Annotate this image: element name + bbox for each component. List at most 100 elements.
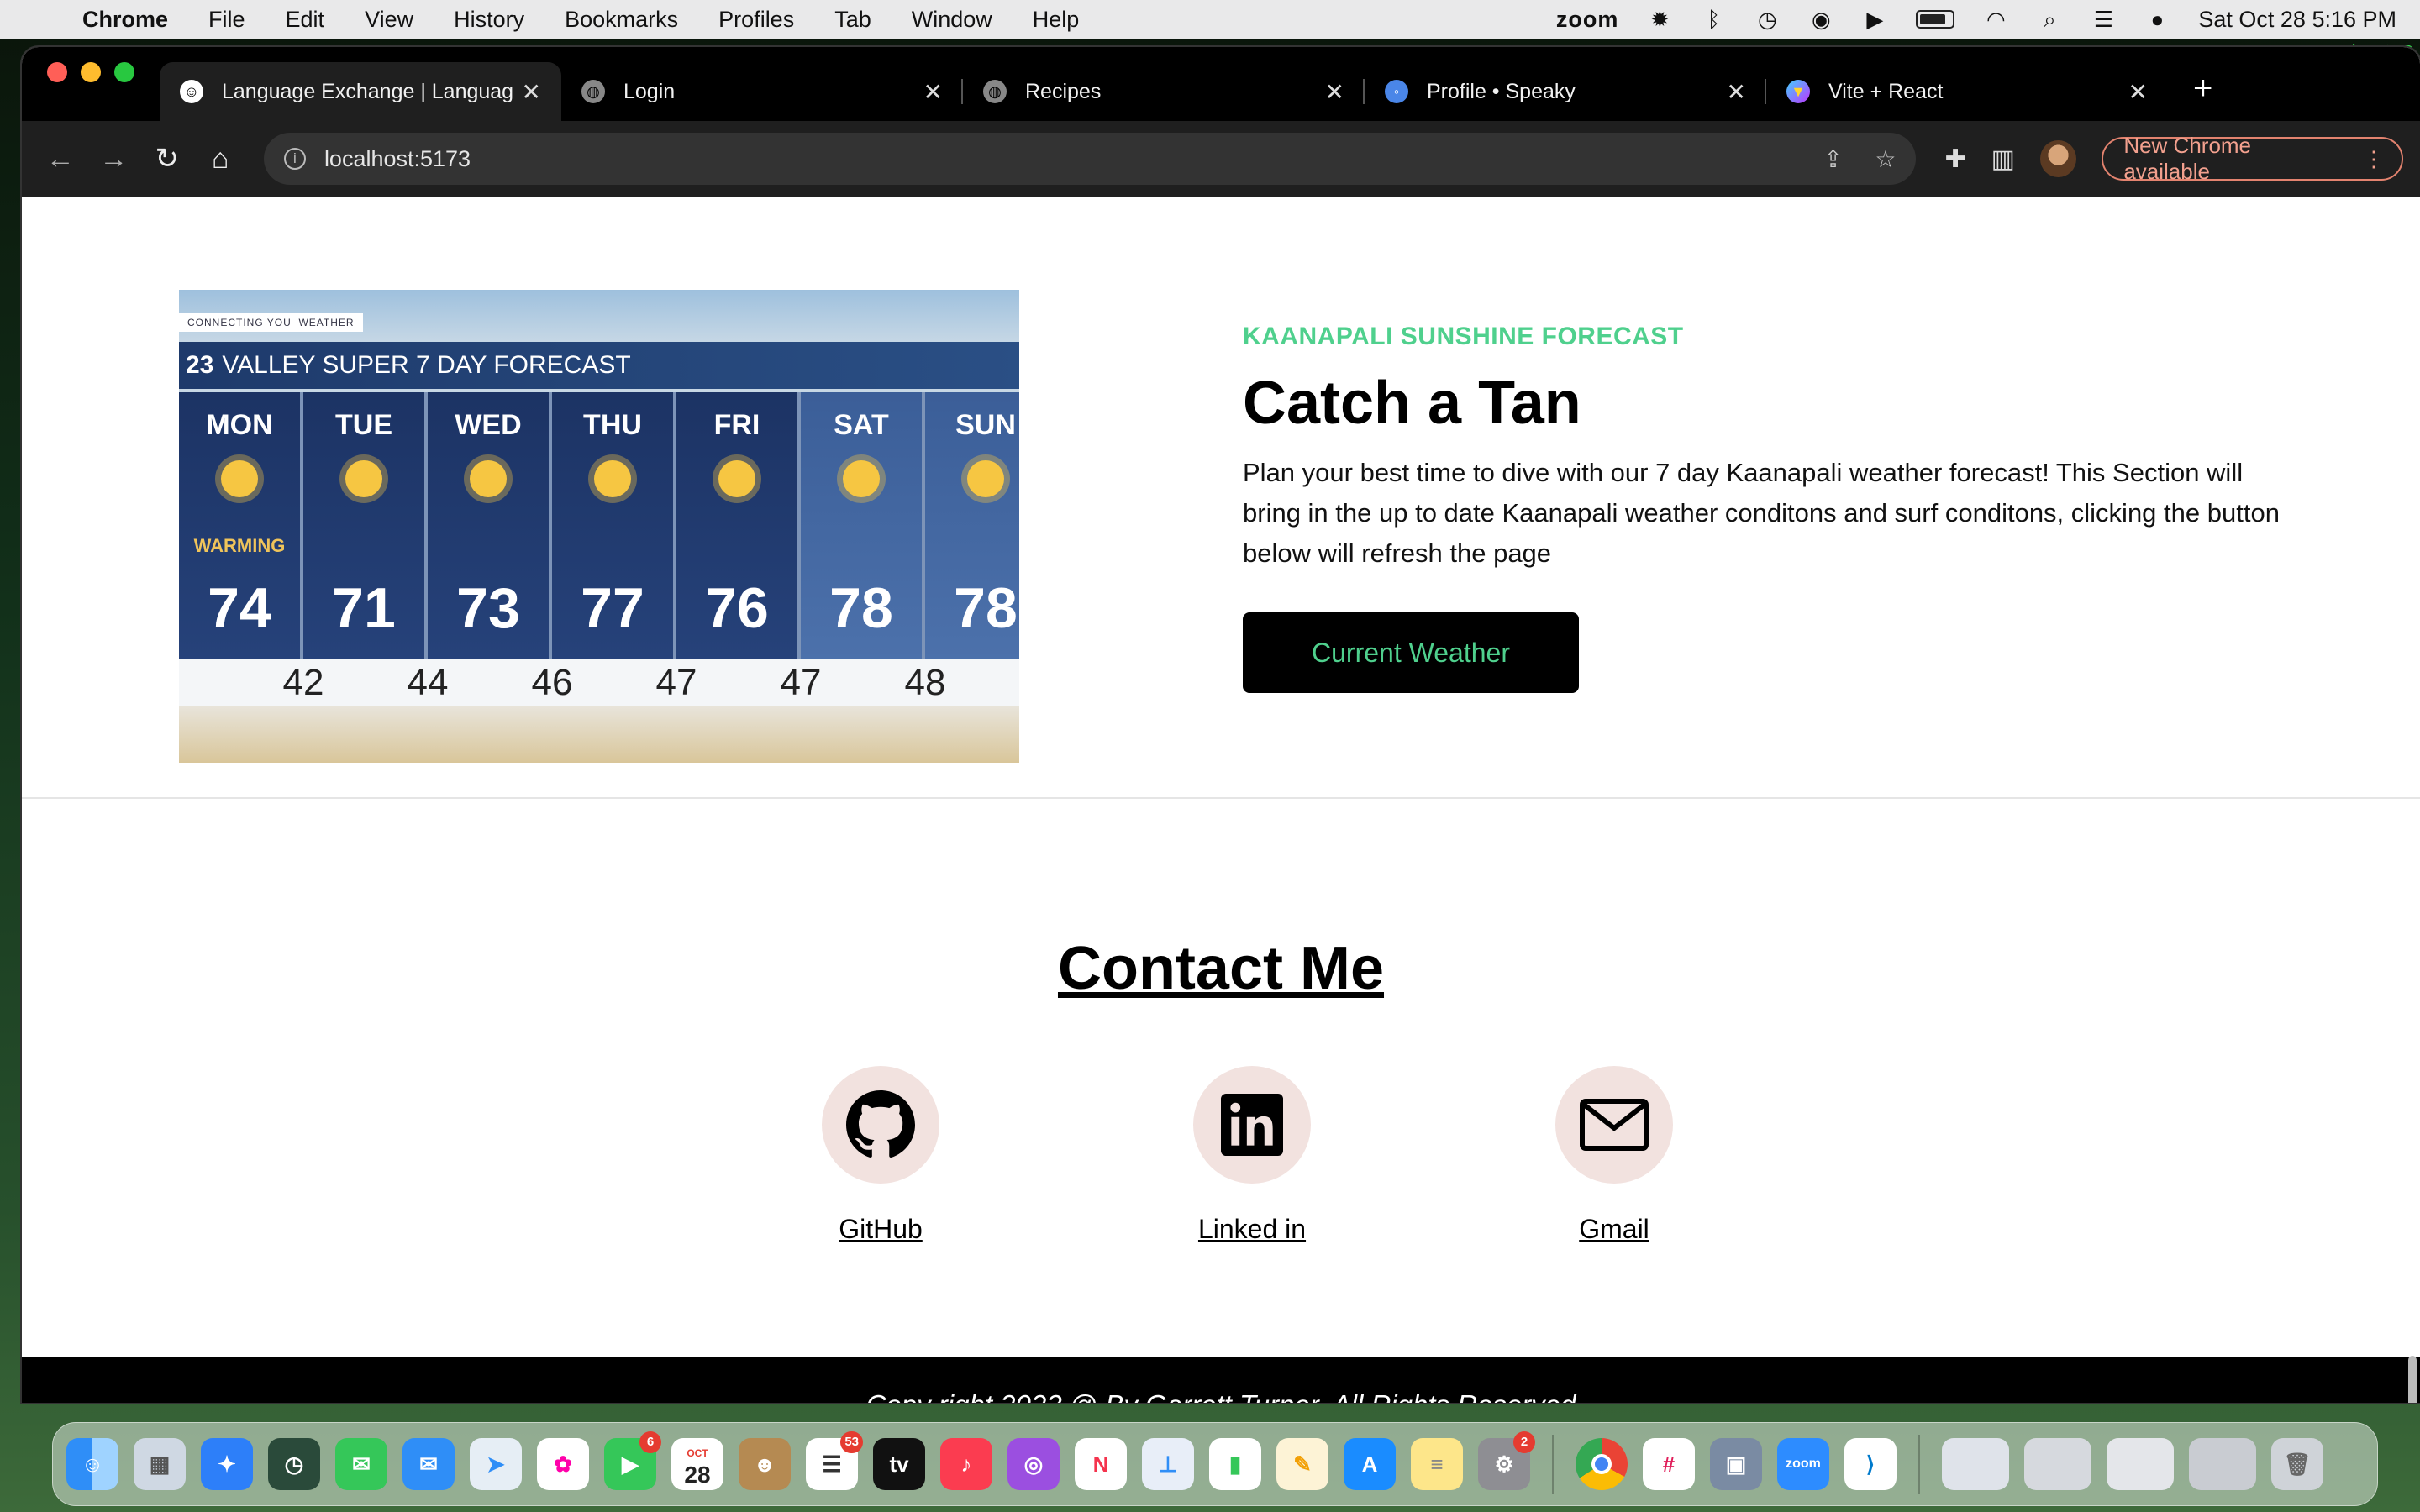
bluetooth-icon[interactable]: ᛒ <box>1701 8 1726 30</box>
vscode-icon[interactable]: ⟩ <box>1844 1438 1897 1490</box>
preview-icon[interactable]: ▣ <box>1710 1438 1762 1490</box>
recent-window-thumbnail[interactable] <box>2107 1438 2174 1490</box>
menu-help[interactable]: Help <box>1033 7 1080 33</box>
url-text[interactable]: localhost:5173 <box>324 146 1791 172</box>
current-weather-button[interactable]: Current Weather <box>1243 612 1579 693</box>
zoom-app-icon[interactable]: zoom <box>1777 1438 1829 1490</box>
menu-window[interactable]: Window <box>912 7 992 33</box>
trash-icon[interactable]: 🗑 <box>2271 1438 2323 1490</box>
close-tab-icon[interactable]: ✕ <box>1325 78 1344 106</box>
close-tab-icon[interactable]: ✕ <box>2128 78 2148 106</box>
reminders-icon[interactable]: ☰ 53 <box>806 1431 863 1490</box>
contacts-icon[interactable]: ☻ <box>739 1438 791 1490</box>
tab-language-exchange[interactable]: ☺ Language Exchange | Languag ✕ <box>160 62 561 121</box>
pages-icon[interactable]: ✎ <box>1276 1438 1328 1490</box>
safari-icon[interactable]: ✦ <box>201 1438 253 1490</box>
mail-app-icon[interactable]: ✉ <box>402 1438 455 1490</box>
menu-profiles[interactable]: Profiles <box>718 7 794 33</box>
tab-recipes[interactable]: ◍ Recipes ✕ <box>963 62 1365 121</box>
tab-login[interactable]: ◍ Login ✕ <box>561 62 963 121</box>
new-chrome-available-button[interactable]: New Chrome available ⋮ <box>2102 133 2404 184</box>
chrome-icon[interactable] <box>1576 1438 1628 1490</box>
music-icon[interactable]: ♪ <box>940 1438 992 1490</box>
new-tab-icon[interactable]: + <box>2193 70 2212 108</box>
photos-icon[interactable]: ✿ <box>537 1438 589 1490</box>
podcasts-icon[interactable]: ◎ <box>1007 1438 1060 1490</box>
menu-bookmarks[interactable]: Bookmarks <box>565 7 678 33</box>
reload-icon[interactable]: ↻ <box>145 142 188 176</box>
news-icon[interactable]: N <box>1075 1438 1127 1490</box>
github-icon-circle[interactable] <box>822 1066 939 1184</box>
tab-profile-speaky[interactable]: ◦ Profile • Speaky ✕ <box>1365 62 1766 121</box>
back-arrow-icon[interactable]: ← <box>39 143 82 176</box>
launchpad-icon[interactable]: ▦ <box>134 1438 186 1490</box>
forecast-high: 74 <box>208 576 271 640</box>
apple-tv-icon[interactable]: tv <box>873 1438 925 1490</box>
mail-icon <box>1580 1099 1649 1151</box>
finder-icon[interactable]: ☺ <box>66 1438 118 1490</box>
linkedin-icon <box>1221 1094 1283 1156</box>
close-tab-icon[interactable]: ✕ <box>923 78 943 106</box>
profile-avatar[interactable] <box>2039 140 2077 177</box>
facetime-icon[interactable]: ▶ 6 <box>604 1431 661 1490</box>
menu-datetime[interactable]: Sat Oct 28 5:16 PM <box>2198 7 2396 33</box>
forecast-low: 44 <box>407 662 449 703</box>
minimize-window-button[interactable] <box>81 62 101 82</box>
forecast-low: 48 <box>904 662 946 703</box>
menu-history[interactable]: History <box>454 7 524 33</box>
share-icon[interactable]: ⇪ <box>1823 145 1843 173</box>
more-menu-icon[interactable]: ⋮ <box>2363 146 2385 172</box>
menu-edit[interactable]: Edit <box>286 7 325 33</box>
recent-window-thumbnail[interactable] <box>2189 1438 2256 1490</box>
github-link[interactable]: GitHub <box>780 1214 981 1245</box>
control-center-icon[interactable]: ☰ <box>2091 8 2116 30</box>
linkedin-link-block: Linked in <box>1151 1066 1353 1245</box>
siri-icon[interactable]: ● <box>2144 8 2170 30</box>
home-icon[interactable]: ⌂ <box>198 143 241 176</box>
time-machine-app-icon[interactable]: ◷ <box>268 1438 320 1490</box>
zoom-status-label[interactable]: zoom <box>1556 7 1619 33</box>
linkedin-link[interactable]: Linked in <box>1151 1214 1353 1245</box>
brightness-icon[interactable]: ✹ <box>1647 8 1672 30</box>
calendar-icon[interactable]: OCT 28 <box>671 1438 723 1490</box>
app-store-icon[interactable]: A <box>1344 1438 1396 1490</box>
maps-icon[interactable]: ➤ <box>470 1438 522 1490</box>
address-bar[interactable]: i localhost:5173 ⇪ ☆ <box>263 133 1917 185</box>
page-scrollbar[interactable] <box>2408 1356 2417 1403</box>
forward-arrow-icon[interactable]: → <box>92 143 134 176</box>
menu-tab[interactable]: Tab <box>834 7 871 33</box>
tab-vite-react[interactable]: ▼ Vite + React ✕ <box>1766 62 2168 121</box>
dock-separator <box>1552 1435 1554 1494</box>
menu-file[interactable]: File <box>208 7 245 33</box>
wifi-icon[interactable]: ◠ <box>1983 8 2008 30</box>
linkedin-icon-circle[interactable] <box>1193 1066 1311 1184</box>
play-icon[interactable]: ▶ <box>1862 8 1887 30</box>
time-machine-icon[interactable]: ◷ <box>1754 8 1780 30</box>
recent-window-thumbnail[interactable] <box>2024 1438 2091 1490</box>
gmail-link[interactable]: Gmail <box>1513 1214 1715 1245</box>
slack-icon[interactable]: # <box>1643 1438 1695 1490</box>
recent-window-thumbnail[interactable] <box>1942 1438 2009 1490</box>
close-window-button[interactable] <box>47 62 67 82</box>
webpage: CONNECTING YOU WEATHER 23 VALLEY SUPER 7… <box>22 197 2420 1403</box>
menu-app-name[interactable]: Chrome <box>82 7 168 33</box>
close-tab-icon[interactable]: ✕ <box>1727 78 1746 106</box>
messages-icon[interactable]: ✉ <box>335 1438 387 1490</box>
menu-view[interactable]: View <box>365 7 413 33</box>
notes-icon[interactable]: ≡ <box>1411 1438 1463 1490</box>
side-panel-icon[interactable]: ▥ <box>1991 144 2015 174</box>
system-settings-icon[interactable]: ⚙ 2 <box>1478 1431 1535 1490</box>
keynote-icon[interactable]: ⊥ <box>1142 1438 1194 1490</box>
bookmark-star-icon[interactable]: ☆ <box>1875 145 1896 173</box>
sun-icon <box>345 460 382 497</box>
close-tab-icon[interactable]: ✕ <box>522 78 541 106</box>
numbers-icon[interactable]: ▮ <box>1209 1438 1261 1490</box>
battery-icon[interactable] <box>1916 10 1955 29</box>
site-info-icon[interactable]: i <box>283 148 306 170</box>
zoom-window-button[interactable] <box>114 62 134 82</box>
user-icon[interactable]: ◉ <box>1808 8 1833 30</box>
mail-icon-circle[interactable] <box>1555 1066 1673 1184</box>
extensions-puzzle-icon[interactable]: ✚ <box>1944 144 1965 174</box>
forecast-low: 46 <box>531 662 573 703</box>
search-icon[interactable]: ⌕ <box>2037 8 2062 30</box>
